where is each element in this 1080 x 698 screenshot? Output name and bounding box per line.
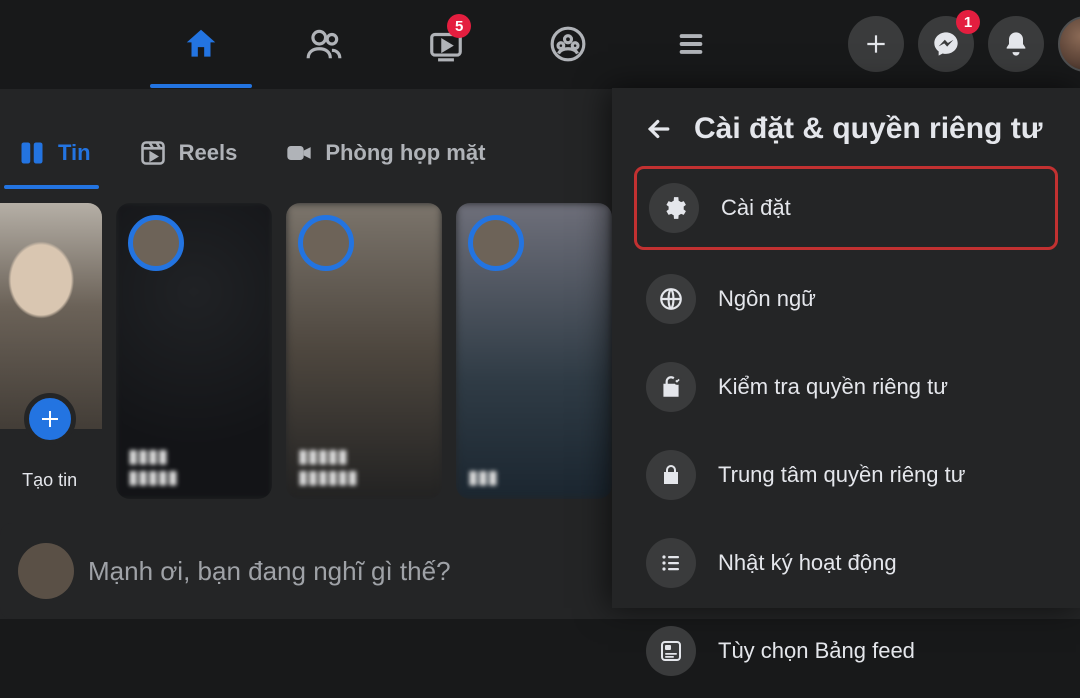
story-item[interactable]: ▮▮▮ <box>456 203 612 499</box>
groups-icon <box>549 25 587 63</box>
stories-icon <box>18 139 46 167</box>
top-navbar: 5 1 <box>0 0 1080 88</box>
story-row: Tạo tin ▮▮▮▮▮▮▮▮▮ ▮▮▮▮▮▮▮▮▮▮▮ ▮▮▮ <box>0 189 612 499</box>
menu-label: Cài đặt <box>721 195 791 221</box>
tab-reels[interactable]: Reels <box>121 117 268 189</box>
account-avatar[interactable] <box>1058 16 1080 72</box>
story-avatar-ring <box>468 215 524 271</box>
nav-menu[interactable] <box>630 0 752 88</box>
menu-label: Nhật ký hoạt động <box>718 550 897 576</box>
create-button[interactable] <box>848 16 904 72</box>
menu-label: Kiểm tra quyền riêng tư <box>718 374 948 400</box>
nav-watch[interactable]: 5 <box>385 0 507 88</box>
panel-header: Cài đặt & quyền riêng tư <box>612 88 1080 158</box>
back-icon[interactable] <box>644 114 674 144</box>
menu-item-language[interactable]: Ngôn ngữ <box>634 260 1058 338</box>
menu-label: Tùy chọn Bảng feed <box>718 638 915 664</box>
notifications-button[interactable] <box>988 16 1044 72</box>
lock-shield-icon <box>646 362 696 412</box>
messenger-badge: 1 <box>956 10 980 34</box>
composer-avatar <box>18 543 74 599</box>
menu-item-settings[interactable]: Cài đặt <box>634 166 1058 250</box>
story-avatar-ring <box>298 215 354 271</box>
watch-badge: 5 <box>447 14 471 38</box>
tab-rooms-label: Phòng họp mặt <box>325 140 485 166</box>
messenger-button[interactable]: 1 <box>918 16 974 72</box>
lock-icon <box>646 450 696 500</box>
messenger-icon <box>932 30 960 58</box>
menu-label: Ngôn ngữ <box>718 286 816 312</box>
story-create[interactable]: Tạo tin <box>0 203 102 499</box>
plus-icon <box>24 393 76 445</box>
story-username: ▮▮▮▮▮▮▮▮▮▮▮ <box>298 446 430 489</box>
tab-rooms[interactable]: Phòng họp mặt <box>267 117 515 189</box>
composer-placeholder: Mạnh ơi, bạn đang nghĩ gì thế? <box>88 556 451 587</box>
tab-reels-label: Reels <box>179 140 238 166</box>
story-username: ▮▮▮ <box>468 467 600 489</box>
nav-home[interactable] <box>140 0 262 88</box>
friends-icon <box>305 25 343 63</box>
settings-panel: Cài đặt & quyền riêng tư Cài đặt Ngôn ng… <box>612 88 1080 608</box>
story-item[interactable]: ▮▮▮▮▮▮▮▮▮▮▮ <box>286 203 442 499</box>
gear-icon <box>649 183 699 233</box>
panel-menu: Cài đặt Ngôn ngữ Kiểm tra quyền riêng tư… <box>612 158 1080 698</box>
tab-stories[interactable]: Tin <box>0 117 121 189</box>
composer[interactable]: Mạnh ơi, bạn đang nghĩ gì thế? <box>0 523 612 619</box>
menu-item-privacy-center[interactable]: Trung tâm quyền riêng tư <box>634 436 1058 514</box>
video-icon <box>285 139 313 167</box>
bell-icon <box>1002 30 1030 58</box>
nav-groups[interactable] <box>507 0 629 88</box>
feed-subtabs: Tin Reels Phòng họp mặt <box>0 117 612 189</box>
home-icon <box>182 25 220 63</box>
story-avatar-ring <box>128 215 184 271</box>
story-username: ▮▮▮▮▮▮▮▮▮ <box>128 446 260 489</box>
list-icon <box>646 538 696 588</box>
reels-icon <box>139 139 167 167</box>
menu-label: Trung tâm quyền riêng tư <box>718 462 965 488</box>
story-item[interactable]: ▮▮▮▮▮▮▮▮▮ <box>116 203 272 499</box>
topbar-right: 1 <box>848 0 1074 88</box>
hamburger-icon <box>674 27 708 61</box>
plus-icon <box>863 31 889 57</box>
globe-icon <box>646 274 696 324</box>
feed-icon <box>646 626 696 676</box>
menu-item-privacy-check[interactable]: Kiểm tra quyền riêng tư <box>634 348 1058 426</box>
tab-stories-label: Tin <box>58 140 91 166</box>
nav-friends[interactable] <box>262 0 384 88</box>
menu-item-feed-preferences[interactable]: Tùy chọn Bảng feed <box>634 612 1058 690</box>
center-nav: 5 <box>140 0 752 88</box>
panel-title: Cài đặt & quyền riêng tư <box>694 112 1042 146</box>
menu-item-activity-log[interactable]: Nhật ký hoạt động <box>634 524 1058 602</box>
